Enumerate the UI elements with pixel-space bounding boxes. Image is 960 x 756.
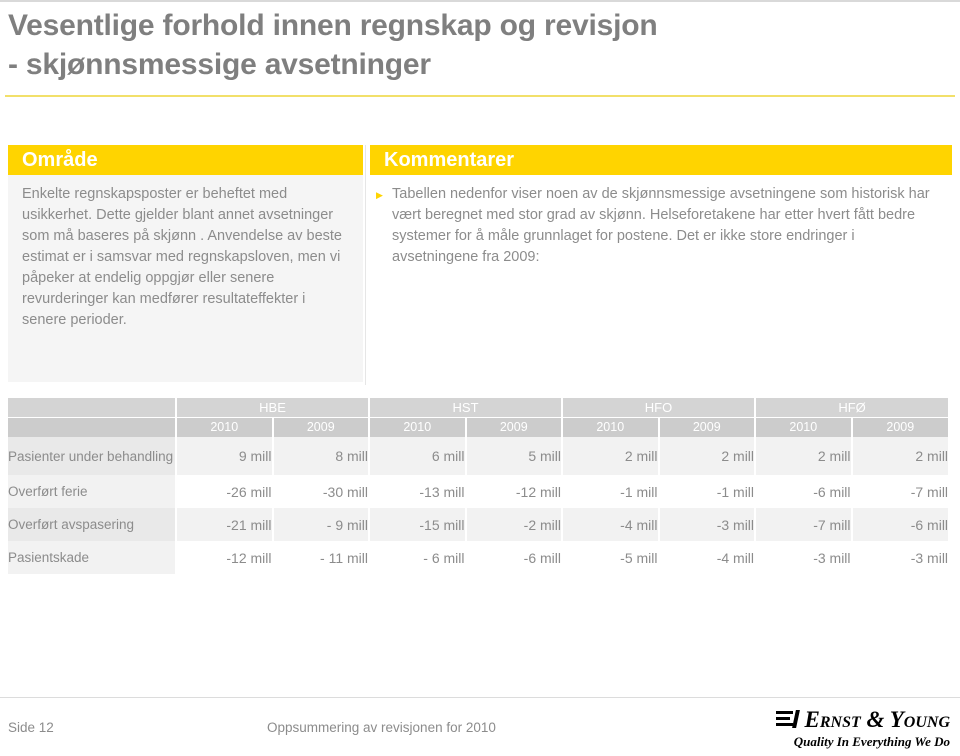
table-cell: -21 mill [175, 508, 273, 541]
table-cell: -2 mill [464, 508, 563, 541]
page-title-line-2: - skjønnsmessige avsetninger [8, 48, 431, 81]
table-year-hst-2009: 2009 [464, 417, 563, 437]
table-cell: 5 mill [464, 437, 563, 475]
bullet-item-text: Tabellen nedenfor viser noen av de skjøn… [392, 186, 930, 265]
table-cell: 2 mill [850, 437, 949, 475]
table-cell: -30 mill [271, 475, 370, 508]
table-cell: -15 mill [368, 508, 466, 541]
table-cell: -13 mill [368, 475, 466, 508]
bullet-item: ▶ Tabellen nedenfor viser noen av de skj… [376, 184, 938, 268]
table-cell: -6 mill [754, 475, 852, 508]
logo-wordmark: Ernst & Young [804, 706, 950, 732]
table-cell: -1 mill [657, 475, 756, 508]
table-year-header-row: 2010 2009 2010 2009 2010 2009 2010 2009 [8, 417, 949, 437]
avsetninger-table: HBE HST HFO HFØ 2010 2009 2010 2009 2010… [8, 398, 949, 574]
table-cell: -7 mill [754, 508, 852, 541]
panel-kommentarer-body: ▶ Tabellen nedenfor viser noen av de skj… [370, 175, 952, 382]
table-cell: -5 mill [561, 541, 659, 574]
table-group-header-row: HBE HST HFO HFØ [8, 398, 949, 418]
triangle-right-icon: ▶ [376, 190, 383, 200]
table-cell: 6 mill [368, 437, 466, 475]
table-year-hbe-2009: 2009 [271, 417, 370, 437]
panel-omrade: Område Enkelte regnskapsposter er beheft… [8, 145, 363, 382]
ernst-young-logo: Ernst & Young Quality In Everything We D… [750, 706, 950, 750]
table-cell: -6 mill [850, 508, 949, 541]
table-corner-cell-2 [8, 417, 176, 437]
logo-lockup: Ernst & Young [750, 706, 950, 732]
table-head: HBE HST HFO HFØ 2010 2009 2010 2009 2010… [8, 398, 949, 437]
table-row: Pasientskade -12 mill - 11 mill - 6 mill… [8, 541, 949, 574]
table-row: Pasienter under behandling 9 mill 8 mill… [8, 437, 949, 475]
table-row-label: Overført ferie [8, 475, 176, 508]
table-row-label: Overført avspasering [8, 508, 176, 541]
table-row-label: Pasientskade [8, 541, 176, 574]
table-cell: - 6 mill [368, 541, 466, 574]
table-corner-cell [8, 398, 176, 418]
table-cell: -1 mill [561, 475, 659, 508]
table-cell: -12 mill [175, 541, 273, 574]
page-title-line-1: Vesentlige forhold innen regnskap og rev… [8, 9, 658, 42]
ey-beam-icon [775, 710, 800, 728]
table-cell: - 9 mill [271, 508, 370, 541]
table-group-hfo: HFO [561, 398, 756, 418]
table-cell: -3 mill [850, 541, 949, 574]
title-underline-rule [5, 95, 955, 97]
table-cell: - 11 mill [271, 541, 370, 574]
table-cell: -6 mill [464, 541, 563, 574]
table-group-hst: HST [368, 398, 563, 418]
footer-deck-title: Oppsummering av revisjonen for 2010 [267, 720, 496, 735]
table-body: Pasienter under behandling 9 mill 8 mill… [8, 437, 949, 574]
table-cell: -3 mill [754, 541, 852, 574]
table-cell: -3 mill [657, 508, 756, 541]
footer-page-number: Side 12 [8, 720, 54, 735]
table-cell: 8 mill [271, 437, 370, 475]
logo-tagline: Quality In Everything We Do [793, 734, 950, 749]
table-cell: 9 mill [175, 437, 273, 475]
footer-rule [0, 697, 960, 698]
panel-kommentarer: Kommentarer ▶ Tabellen nedenfor viser no… [370, 145, 952, 382]
table-year-hfoslash-2010: 2010 [754, 417, 852, 437]
avsetninger-table-wrap: HBE HST HFO HFØ 2010 2009 2010 2009 2010… [8, 398, 949, 574]
table-group-hbe: HBE [174, 398, 370, 418]
table-year-hfo-2009: 2009 [657, 417, 756, 437]
table-row-label: Pasienter under behandling [8, 437, 176, 475]
table-cell: -7 mill [850, 475, 949, 508]
top-hairline [0, 0, 960, 2]
table-cell: 2 mill [561, 437, 659, 475]
content-panels: Område Enkelte regnskapsposter er beheft… [0, 145, 960, 385]
table-year-hfo-2010: 2010 [561, 417, 659, 437]
table-row: Overført avspasering -21 mill - 9 mill -… [8, 508, 949, 541]
table-year-hbe-2010: 2010 [175, 417, 273, 437]
table-year-hfoslash-2009: 2009 [850, 417, 949, 437]
panel-kommentarer-heading: Kommentarer [370, 145, 952, 175]
table-group-hfo-slash: HFØ [754, 398, 949, 418]
table-cell: -4 mill [561, 508, 659, 541]
page-title: Vesentlige forhold innen regnskap og rev… [8, 6, 938, 84]
panel-omrade-heading: Område [8, 145, 363, 175]
table-cell: -12 mill [464, 475, 563, 508]
table-row: Overført ferie -26 mill -30 mill -13 mil… [8, 475, 949, 508]
table-cell: 2 mill [754, 437, 852, 475]
table-year-hst-2010: 2010 [368, 417, 466, 437]
table-cell: -4 mill [657, 541, 756, 574]
table-cell: -26 mill [175, 475, 273, 508]
table-cell: 2 mill [657, 437, 756, 475]
panel-omrade-body: Enkelte regnskapsposter er beheftet med … [8, 175, 363, 382]
